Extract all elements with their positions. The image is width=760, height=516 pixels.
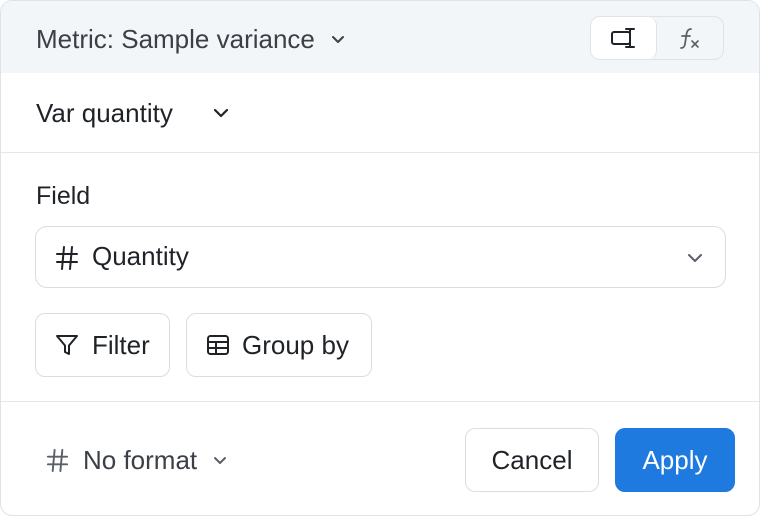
chevron-down-icon [214,457,227,464]
metric-type-dropdown[interactable]: Metric: Sample variance [36,21,347,57]
format-label: No format [83,444,198,475]
panel-footer: No format Cancel Apply [1,401,759,515]
metric-name-dropdown[interactable]: Var quantity [36,95,231,131]
chevron-down-icon [688,254,702,262]
funnel-icon [56,335,78,355]
format-dropdown[interactable]: No format [45,442,229,478]
hash-icon [56,246,78,270]
apply-button[interactable]: Apply [615,428,735,492]
table-icon [207,335,229,355]
filter-button-label: Filter [92,329,150,360]
chevron-down-icon [331,36,344,43]
metric-editor-panel: Metric: Sample variance Var quantity Fie… [0,0,760,516]
function-fx-icon [680,28,699,49]
field-dropdown[interactable]: Quantity [35,226,726,288]
filter-button[interactable]: Filter [35,313,170,377]
custom-column-mode-button[interactable] [591,17,657,59]
group-by-button-label: Group by [242,329,349,360]
function-mode-button[interactable] [657,17,723,59]
metric-name-row: Var quantity [1,73,759,153]
field-value: Quantity [92,241,189,271]
editor-mode-toggle [590,16,724,60]
custom-column-icon [610,28,635,48]
hash-icon [46,448,69,472]
group-by-button[interactable]: Group by [186,313,372,377]
chevron-down-icon [213,108,228,118]
metric-type-label: Metric: Sample variance [36,23,315,54]
panel-header: Metric: Sample variance [1,1,759,73]
field-label: Field [36,182,91,210]
cancel-button[interactable]: Cancel [465,428,599,492]
metric-name-value: Var quantity [36,97,173,128]
